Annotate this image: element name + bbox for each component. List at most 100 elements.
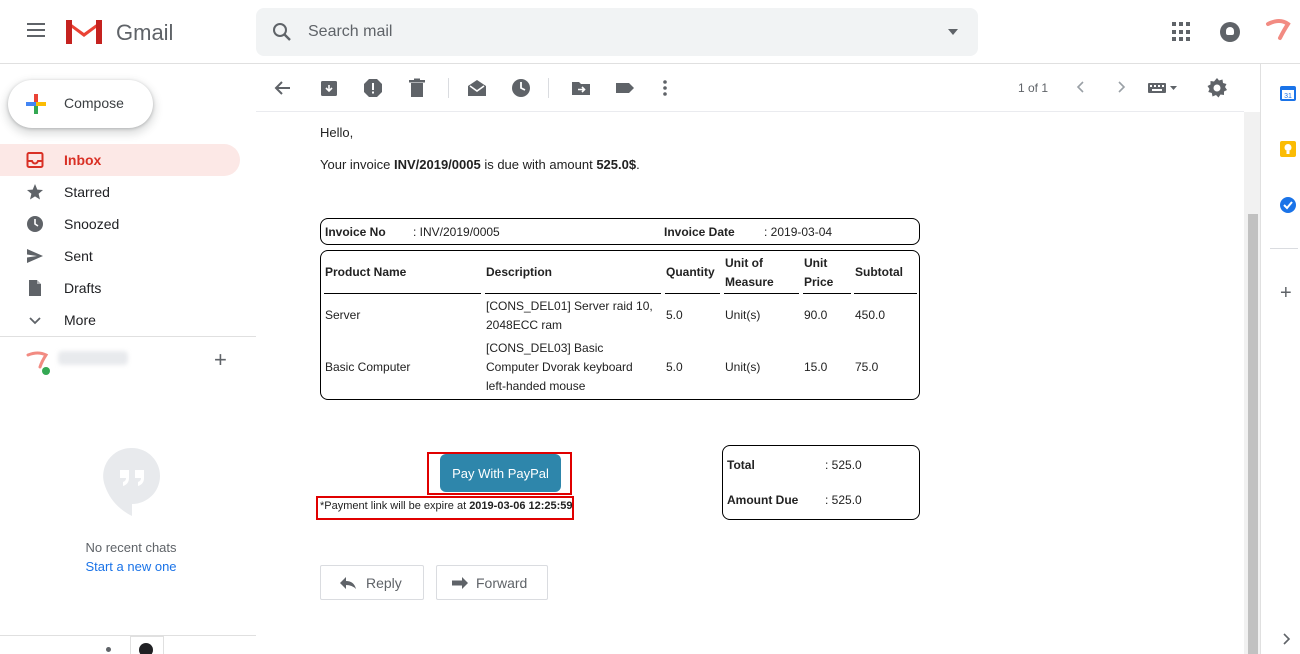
- toolbar-divider: [448, 78, 449, 98]
- due-prefix: Your invoice: [320, 157, 394, 172]
- sidebar-item-label: Snoozed: [64, 216, 120, 232]
- start-new-chat-link[interactable]: Start a new one: [0, 559, 262, 574]
- header-underline: [803, 293, 851, 294]
- amount-due-label: Amount Due: [727, 493, 798, 507]
- invoice-header-box: Invoice No : INV/2019/0005 Invoice Date …: [320, 218, 920, 245]
- column-header: Subtotal: [855, 265, 903, 279]
- calendar-icon[interactable]: 31: [1279, 84, 1297, 102]
- cell-product: Server: [325, 308, 361, 322]
- compose-label: Compose: [64, 95, 124, 111]
- input-tools-keyboard-icon[interactable]: [1148, 82, 1178, 94]
- search-input[interactable]: [308, 18, 908, 46]
- header-underline: [665, 293, 720, 294]
- forward-arrow-icon: [452, 577, 468, 589]
- mark-as-unread-icon[interactable]: [466, 77, 488, 99]
- top-header: Gmail: [0, 0, 1300, 64]
- sidebar-item-inbox[interactable]: Inbox: [0, 144, 240, 176]
- search-icon[interactable]: [270, 20, 294, 44]
- add-chat-plus-icon[interactable]: +: [214, 347, 227, 373]
- sidebar: Compose Inbox Starred Snoozed Sent Draft…: [0, 64, 256, 654]
- sidebar-item-snoozed[interactable]: Snoozed: [0, 208, 240, 240]
- snooze-clock-icon[interactable]: [510, 77, 532, 99]
- settings-gear-icon[interactable]: [1206, 77, 1228, 99]
- reply-button[interactable]: Reply: [320, 565, 424, 600]
- toolbar-divider: [548, 78, 549, 98]
- archive-icon[interactable]: [318, 77, 340, 99]
- reply-arrow-icon: [340, 577, 356, 589]
- hangouts-chat-bubble-icon: [103, 447, 160, 516]
- delete-trash-icon[interactable]: [406, 77, 428, 99]
- tasks-check-icon[interactable]: [1279, 196, 1297, 214]
- expire-prefix: *Payment link will be expire at: [320, 500, 470, 512]
- sidebar-item-label: Starred: [64, 184, 110, 200]
- message-toolbar: 1 of 1: [256, 64, 1244, 112]
- sidebar-item-drafts[interactable]: Drafts: [0, 272, 240, 304]
- send-icon: [27, 249, 43, 263]
- clock-icon: [27, 216, 43, 232]
- chevron-down-icon: [29, 317, 41, 325]
- forward-label: Forward: [476, 575, 528, 591]
- hangouts-tab-icon[interactable]: [139, 643, 153, 654]
- sidebar-item-starred[interactable]: Starred: [0, 176, 240, 208]
- sidebar-item-more[interactable]: More: [0, 304, 240, 336]
- chevron-left-icon[interactable]: [1074, 80, 1088, 94]
- sidebar-item-label: Inbox: [64, 152, 102, 168]
- compose-button[interactable]: Compose: [8, 80, 153, 128]
- cell-unit-price: 90.0: [804, 308, 828, 322]
- notifications-icon[interactable]: [1220, 22, 1240, 42]
- account-avatar[interactable]: [1262, 16, 1294, 48]
- cell-uom: Unit(s): [725, 360, 761, 374]
- column-header: Quantity: [666, 265, 715, 279]
- contacts-tab-icon[interactable]: [106, 647, 111, 652]
- sidebar-item-sent[interactable]: Sent: [0, 240, 240, 272]
- cell-quantity: 5.0: [666, 308, 683, 322]
- cell-product: Basic Computer: [325, 360, 411, 374]
- due-middle: is due with amount: [480, 157, 597, 172]
- total-label: Total: [727, 458, 755, 472]
- move-to-icon[interactable]: [570, 77, 592, 99]
- draft-file-icon: [29, 280, 41, 296]
- cell-description: [CONS_DEL03] Basic Computer Dvorak keybo…: [486, 341, 633, 393]
- search-bar[interactable]: [256, 8, 978, 56]
- no-recent-chats-text: No recent chats: [85, 540, 177, 555]
- apps-grid-icon[interactable]: [1172, 22, 1192, 42]
- report-spam-icon[interactable]: [362, 77, 384, 99]
- sidebar-bottom-divider: [0, 635, 256, 636]
- star-icon: [27, 184, 43, 200]
- amount-due-value: : 525.0: [825, 493, 862, 507]
- search-options-chevron-icon[interactable]: [948, 29, 958, 35]
- invoice-no-label: Invoice No: [325, 225, 386, 239]
- total-label-text: Total: [727, 458, 755, 472]
- back-arrow-icon[interactable]: [272, 77, 294, 99]
- pay-with-paypal-button[interactable]: Pay With PayPal: [440, 454, 561, 492]
- main-menu-icon[interactable]: [24, 20, 48, 44]
- pagination-count: 1 of 1: [1018, 81, 1049, 95]
- label-tag-icon[interactable]: [614, 77, 636, 99]
- svg-text:31: 31: [1284, 93, 1292, 100]
- hangouts-user-row[interactable]: +: [0, 336, 256, 384]
- due-suffix: .: [636, 157, 640, 172]
- hangouts-username-blurred: [58, 351, 128, 365]
- reply-label: Reply: [366, 575, 402, 591]
- invoice-due-text: Your invoice INV/2019/0005 is due with a…: [320, 157, 640, 172]
- cell-subtotal: 75.0: [855, 360, 879, 374]
- header-underline: [854, 293, 917, 294]
- show-side-panel-chevron-icon[interactable]: [1282, 632, 1292, 646]
- invoice-date-label-text: Invoice Date: [664, 225, 735, 239]
- chevron-right-icon[interactable]: [1114, 80, 1128, 94]
- keep-lightbulb-icon[interactable]: [1279, 140, 1297, 158]
- cell-description: [CONS_DEL01] Server raid 10, 2048ECC ram: [486, 299, 653, 332]
- column-header: Unit Price: [804, 256, 834, 289]
- cell-uom: Unit(s): [725, 308, 761, 322]
- more-vertical-icon[interactable]: [654, 77, 676, 99]
- greeting-text: Hello,: [320, 125, 354, 140]
- scrollbar-thumb[interactable]: [1248, 214, 1258, 654]
- get-addons-plus-icon[interactable]: +: [1280, 282, 1292, 305]
- invoice-reference: INV/2019/0005: [393, 157, 481, 172]
- invoice-date-value: : 2019-03-04: [764, 225, 833, 239]
- invoice-lines-table: Product Name Description Quantity Unit o…: [320, 250, 920, 400]
- side-panel-divider: [1270, 248, 1298, 249]
- gmail-logo-icon[interactable]: [64, 16, 104, 46]
- sidebar-item-label: Drafts: [64, 280, 102, 296]
- forward-button[interactable]: Forward: [436, 565, 548, 600]
